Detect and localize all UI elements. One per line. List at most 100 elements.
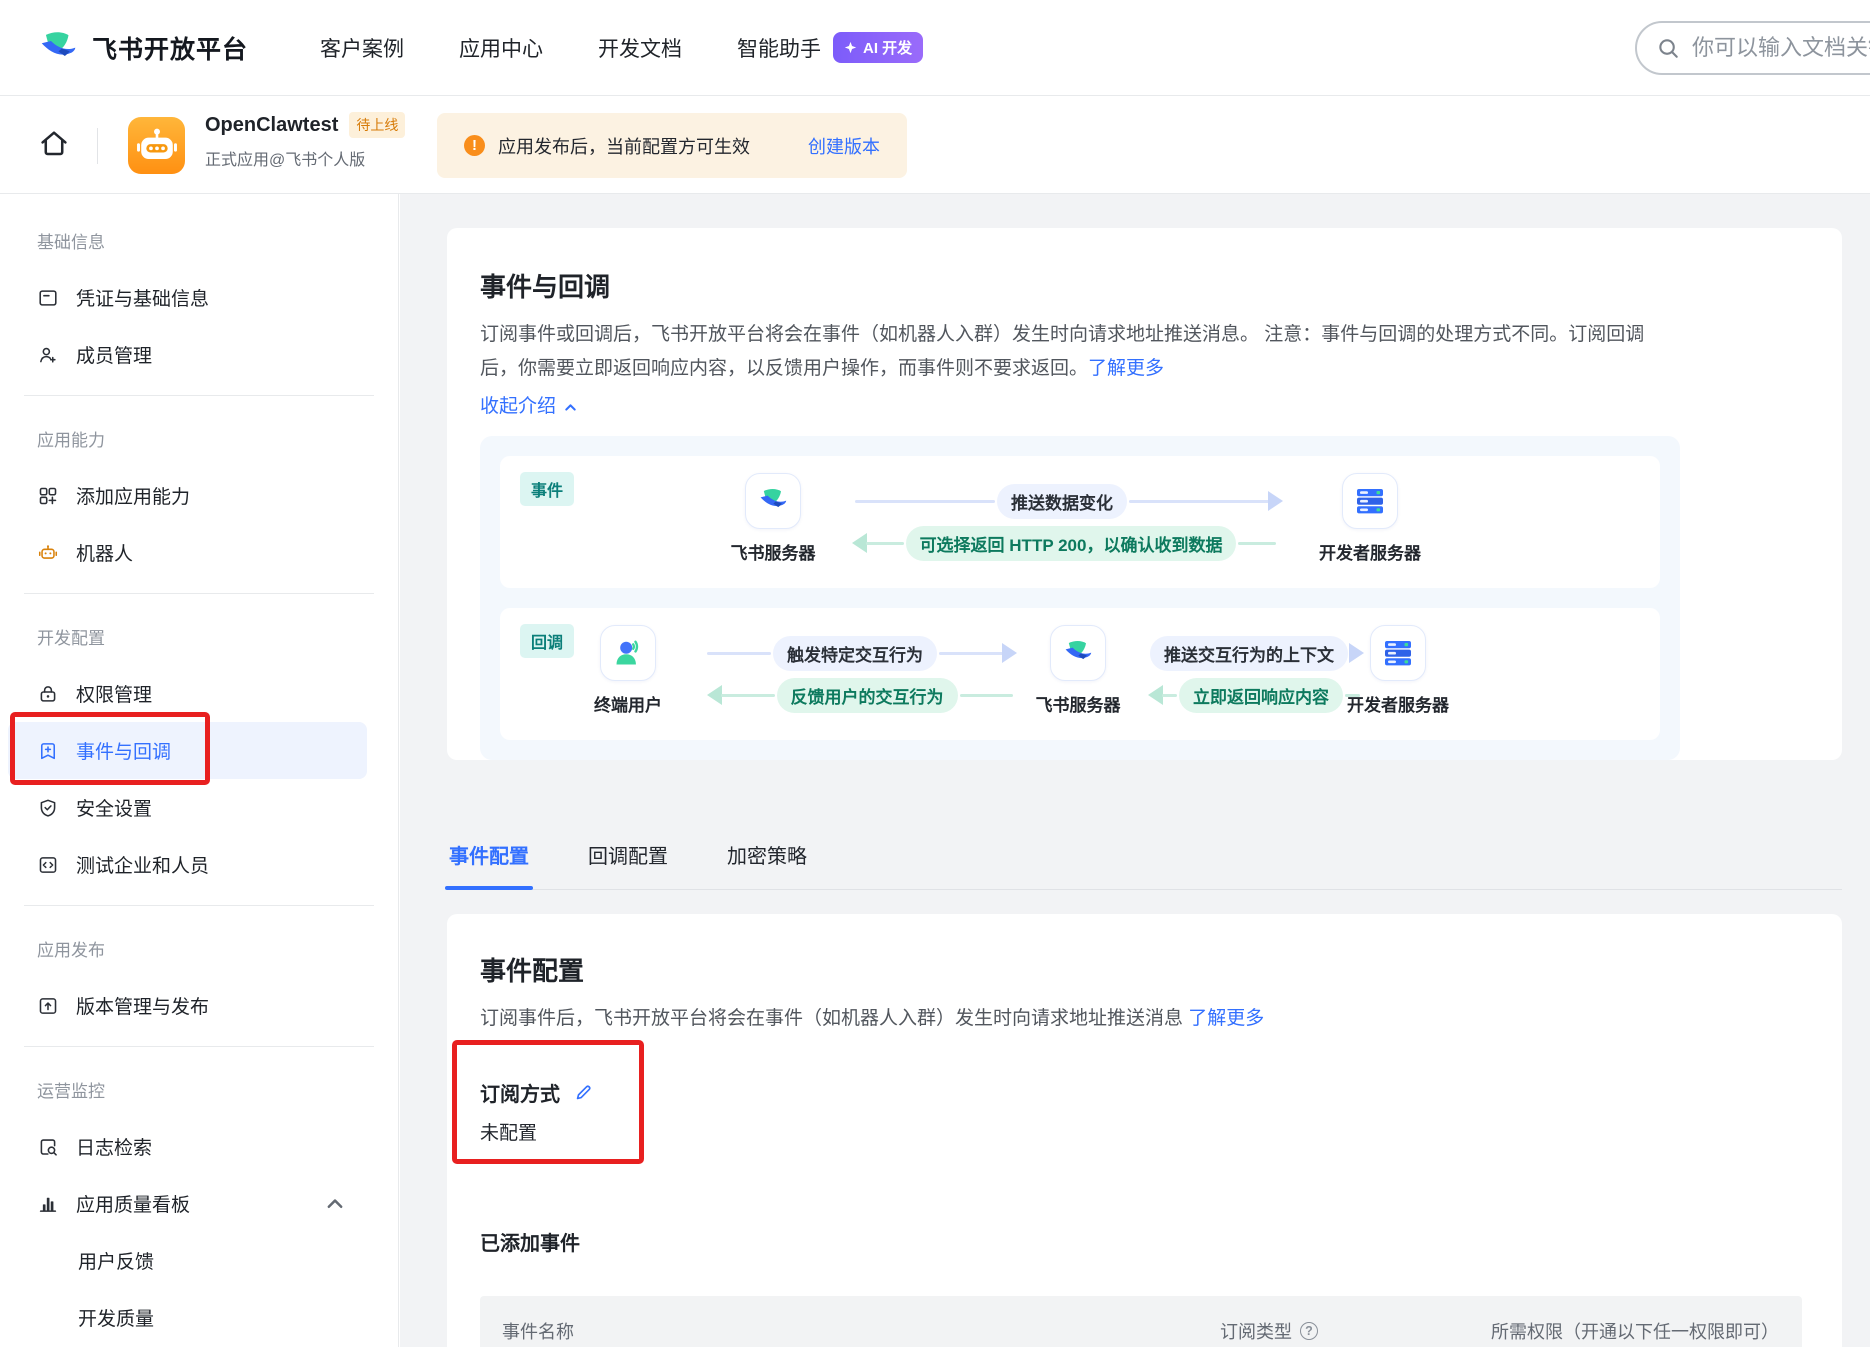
event-config-card: 事件配置 订阅事件后，飞书开放平台将会在事件（如机器人入群）发生时向请求地址推送… bbox=[447, 914, 1842, 1347]
collapse-intro-link[interactable]: 收起介绍 bbox=[480, 394, 578, 420]
learn-more-link[interactable]: 了解更多 bbox=[1088, 358, 1164, 379]
sidebar-item-log-search[interactable]: 日志检索 bbox=[0, 1118, 398, 1175]
banner-message: 应用发布后，当前配置方可生效 bbox=[498, 133, 750, 159]
doc-search-box[interactable] bbox=[1635, 21, 1870, 75]
page-title: 事件与回调 bbox=[480, 270, 1802, 304]
home-button[interactable] bbox=[38, 127, 70, 164]
sidebar-item-user-feedback[interactable]: 用户反馈 bbox=[0, 1232, 398, 1289]
server-icon bbox=[1382, 637, 1414, 669]
divider bbox=[97, 128, 98, 164]
event-config-title: 事件配置 bbox=[480, 954, 1802, 988]
sidebar-item-add-capability[interactable]: 添加应用能力 bbox=[0, 467, 398, 524]
tab-encryption-strategy[interactable]: 加密策略 bbox=[725, 822, 809, 889]
brand-logo[interactable]: 飞书开放平台 bbox=[37, 27, 248, 69]
grid-plus-icon bbox=[37, 485, 59, 507]
app-type-label: 正式应用@飞书个人版 bbox=[205, 146, 405, 170]
nav-item-app-center[interactable]: 应用中心 bbox=[459, 33, 543, 63]
arrow-left-icon bbox=[1148, 685, 1163, 705]
column-required-permissions: 所需权限（开通以下任一权限即可） bbox=[1491, 1318, 1802, 1344]
feishu-logo-icon bbox=[1062, 637, 1094, 669]
log-search-icon bbox=[37, 1136, 59, 1158]
feishu-server-node: 飞书服务器 bbox=[703, 473, 843, 564]
pencil-icon bbox=[575, 1083, 594, 1102]
event-badge: 事件 bbox=[520, 472, 574, 506]
nav-item-dev-docs[interactable]: 开发文档 bbox=[598, 33, 682, 63]
search-icon bbox=[1657, 37, 1680, 60]
sidebar-item-version-release[interactable]: 版本管理与发布 bbox=[0, 977, 398, 1034]
diagram-callback-row: 回调 终端用户 触发特定交互行为 反馈用户的交互行为 飞书服务器 推送交互行为的… bbox=[500, 608, 1660, 740]
sidebar-item-quality-dashboard[interactable]: 应用质量看板 bbox=[0, 1175, 398, 1232]
tab-callback-config[interactable]: 回调配置 bbox=[586, 822, 670, 889]
code-square-icon bbox=[37, 854, 59, 876]
arrow-left-icon bbox=[707, 685, 722, 705]
column-event-name: 事件名称 bbox=[502, 1318, 1220, 1344]
learn-more-link[interactable]: 了解更多 bbox=[1188, 1008, 1264, 1029]
divider bbox=[24, 593, 374, 594]
search-input[interactable] bbox=[1692, 35, 1870, 61]
sidebar-section-monitoring: 运营监控 bbox=[0, 1061, 398, 1118]
events-callbacks-diagram: 事件 飞书服务器 推送数据变化 可选择返回 HTTP 200，以确认收到数据 开… bbox=[480, 436, 1680, 760]
subscription-mode-label: 订阅方式 bbox=[480, 1078, 560, 1107]
sidebar-item-permissions[interactable]: 权限管理 bbox=[0, 665, 398, 722]
server-icon bbox=[1354, 485, 1386, 517]
app-avatar bbox=[128, 117, 185, 174]
column-subscription-type: 订阅类型 ? bbox=[1220, 1318, 1491, 1344]
feishu-server-node: 飞书服务器 bbox=[1008, 625, 1148, 716]
event-config-description: 订阅事件后，飞书开放平台将会在事件（如机器人入群）发生时向请求地址推送消息 了解… bbox=[480, 1002, 1802, 1036]
chevron-up-icon[interactable] bbox=[324, 1193, 346, 1215]
app-status-badge: 待上线 bbox=[349, 112, 405, 138]
feishu-logo-icon bbox=[757, 485, 789, 517]
publish-warning-banner: ! 应用发布后，当前配置方可生效 创建版本 bbox=[437, 113, 907, 178]
sidebar-section-dev-config: 开发配置 bbox=[0, 608, 398, 665]
home-icon bbox=[38, 127, 70, 159]
sidebar-item-dev-quality[interactable]: 开发质量 bbox=[0, 1289, 398, 1346]
robot-avatar-icon bbox=[131, 120, 183, 172]
trigger-interaction-arrow: 触发特定交互行为 bbox=[707, 636, 1017, 670]
member-add-icon bbox=[37, 344, 59, 366]
chevron-up-icon bbox=[563, 400, 578, 415]
subscription-mode-row: 订阅方式 bbox=[480, 1078, 1802, 1106]
event-bookmark-plus-icon bbox=[37, 740, 59, 762]
user-icon bbox=[612, 637, 644, 669]
diagram-event-row: 事件 飞书服务器 推送数据变化 可选择返回 HTTP 200，以确认收到数据 开… bbox=[500, 456, 1660, 588]
feedback-interaction-arrow: 反馈用户的交互行为 bbox=[707, 678, 1013, 712]
app-header-bar: OpenClawtest 待上线 正式应用@飞书个人版 ! 应用发布后，当前配置… bbox=[0, 97, 1870, 194]
create-version-link[interactable]: 创建版本 bbox=[808, 133, 880, 159]
divider bbox=[24, 905, 374, 906]
push-data-arrow: 推送数据变化 bbox=[855, 484, 1283, 518]
edit-subscription-button[interactable] bbox=[575, 1083, 594, 1102]
end-user-node: 终端用户 bbox=[558, 625, 698, 716]
events-callbacks-intro-card: 事件与回调 订阅事件或回调后，飞书开放平台将会在事件（如机器人入群）发生时向请求… bbox=[447, 228, 1842, 760]
sidebar-item-bot[interactable]: 机器人 bbox=[0, 524, 398, 581]
shield-check-icon bbox=[37, 797, 59, 819]
bar-chart-icon bbox=[37, 1193, 59, 1215]
events-table-header: 事件名称 订阅类型 ? 所需权限（开通以下任一权限即可） bbox=[480, 1296, 1802, 1347]
upload-square-icon bbox=[37, 995, 59, 1017]
help-icon[interactable]: ? bbox=[1300, 1322, 1318, 1340]
main-content: 事件与回调 订阅事件或回调后，飞书开放平台将会在事件（如机器人入群）发生时向请求… bbox=[400, 194, 1870, 1347]
sidebar-section-release: 应用发布 bbox=[0, 920, 398, 977]
subscription-mode-value: 未配置 bbox=[480, 1120, 1802, 1148]
http200-return-arrow: 可选择返回 HTTP 200，以确认收到数据 bbox=[852, 526, 1276, 560]
lock-icon bbox=[37, 683, 59, 705]
nav-item-ai-assistant[interactable]: 智能助手 AI 开发 bbox=[737, 32, 923, 63]
sidebar-item-test-enterprise[interactable]: 测试企业和人员 bbox=[0, 836, 398, 893]
config-tabs: 事件配置 回调配置 加密策略 bbox=[447, 822, 1842, 890]
app-info[interactable]: OpenClawtest 待上线 正式应用@飞书个人版 bbox=[205, 112, 405, 170]
credential-card-icon bbox=[37, 287, 59, 309]
brand-name: 飞书开放平台 bbox=[92, 30, 248, 66]
arrow-left-icon bbox=[852, 533, 867, 553]
top-navigation: 飞书开放平台 客户案例 应用中心 开发文档 智能助手 AI 开发 bbox=[0, 0, 1870, 96]
sidebar-item-credentials[interactable]: 凭证与基础信息 bbox=[0, 269, 398, 326]
sidebar: 基础信息 凭证与基础信息 成员管理 应用能力 添加应用能力 机器人 开发配置 权… bbox=[0, 194, 399, 1347]
sidebar-item-events-callbacks[interactable]: 事件与回调 bbox=[8, 722, 367, 779]
tab-event-config[interactable]: 事件配置 bbox=[447, 822, 531, 889]
developer-server-node: 开发者服务器 bbox=[1300, 473, 1440, 564]
sidebar-item-members[interactable]: 成员管理 bbox=[0, 326, 398, 383]
sidebar-item-security[interactable]: 安全设置 bbox=[0, 779, 398, 836]
warning-icon: ! bbox=[464, 135, 485, 156]
divider bbox=[24, 395, 374, 396]
divider bbox=[24, 1046, 374, 1047]
intro-description: 订阅事件或回调后，飞书开放平台将会在事件（如机器人入群）发生时向请求地址推送消息… bbox=[480, 318, 1665, 386]
nav-item-customer-cases[interactable]: 客户案例 bbox=[320, 33, 404, 63]
